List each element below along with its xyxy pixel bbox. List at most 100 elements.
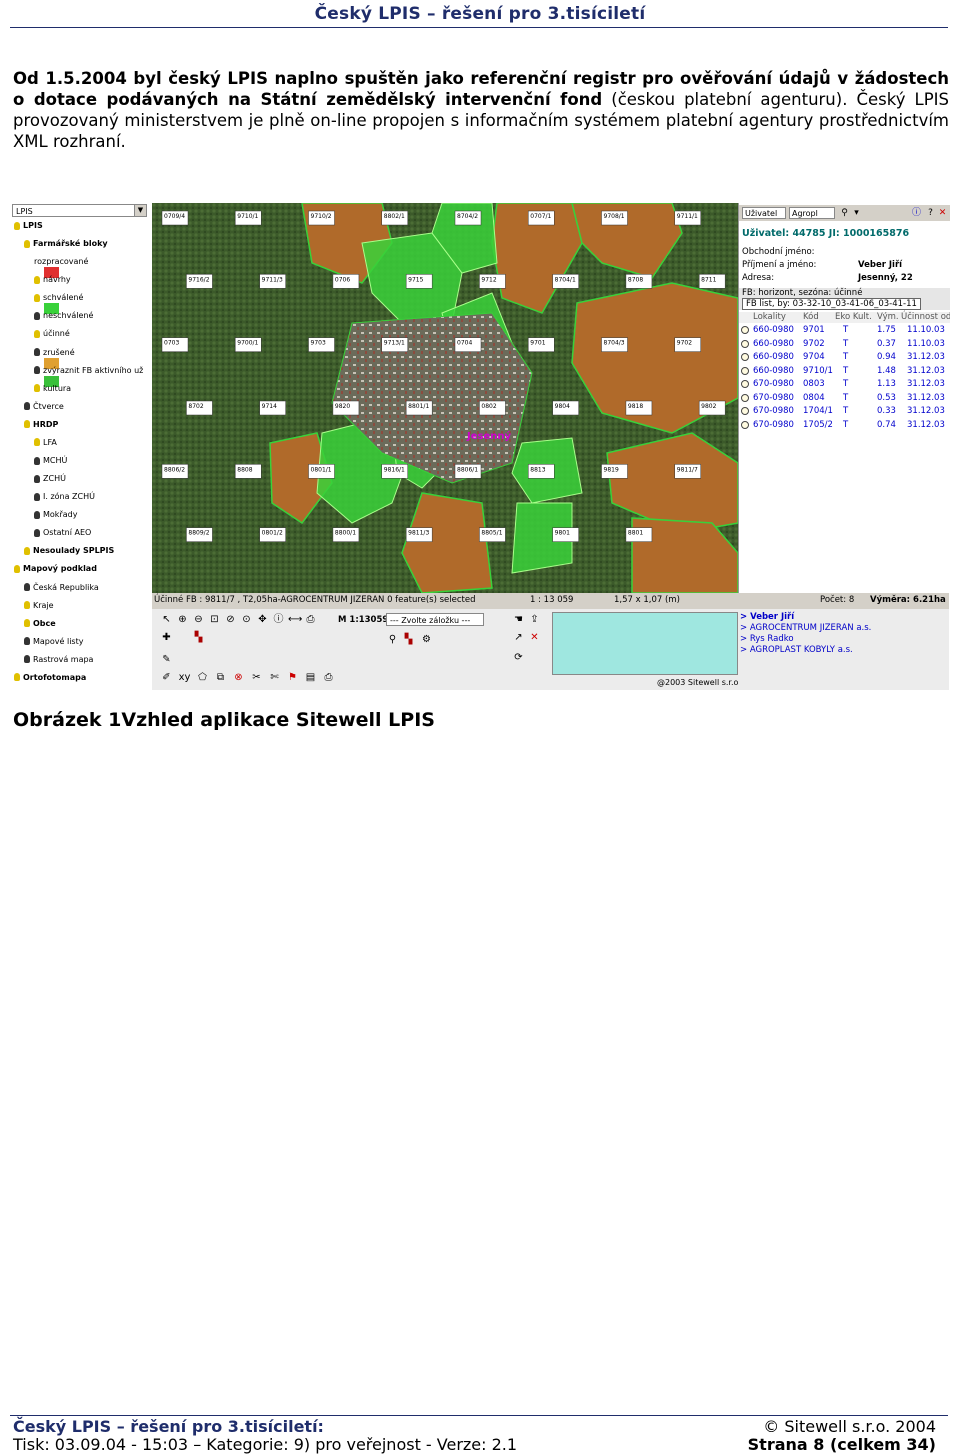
pencil-icon[interactable]: ✐ — [160, 671, 173, 684]
zoom-in-icon[interactable]: ⊕ — [176, 613, 189, 626]
layer-item[interactable]: Mapové listy — [24, 637, 83, 646]
parcel-label[interactable]: 8806/2 — [161, 464, 189, 479]
table-row[interactable]: 660-0980 9710/1 T 1.48 31.12.03 — [739, 366, 950, 379]
parcel-label[interactable]: 8708 — [625, 274, 653, 289]
parcel-label[interactable]: 8704/2 — [454, 210, 482, 226]
layer-item[interactable]: rozpracované — [34, 257, 88, 266]
parcel-label[interactable]: 9711/3 — [259, 274, 286, 289]
bulb-icon[interactable] — [34, 293, 40, 302]
parcel-label[interactable]: 0706 — [332, 274, 360, 289]
parcel-label[interactable]: 9819 — [601, 464, 628, 479]
agro-select[interactable]: Agropl — [789, 207, 835, 219]
parcel-label[interactable]: 8806/1 — [454, 464, 482, 479]
parcel-label[interactable]: 9700/1 — [235, 337, 262, 352]
layer-item[interactable]: Česká Republika — [24, 583, 99, 592]
user-label[interactable]: Uživatel: 44785 JI: 1000165876 — [742, 228, 909, 239]
bookmark-select[interactable]: --- Zvolte záložku --- — [386, 613, 484, 626]
magnifier-icon[interactable] — [741, 366, 749, 375]
parcel-label[interactable]: 9701 — [528, 337, 555, 352]
bulb-icon[interactable] — [14, 221, 20, 230]
tractor-icon[interactable]: ▚ — [192, 631, 205, 644]
bulb-icon[interactable] — [14, 673, 20, 682]
bulb-icon[interactable] — [34, 384, 40, 393]
layer-item[interactable]: Ostatní AEO — [34, 528, 91, 537]
parcel-label[interactable]: 9816/1 — [381, 464, 408, 479]
parcel-label[interactable]: 9708/1 — [601, 210, 628, 226]
bulb-icon[interactable] — [34, 510, 40, 519]
split-icon[interactable]: ✂ — [250, 671, 263, 684]
parcel-label[interactable]: 9703 — [308, 337, 335, 352]
bulb-icon[interactable] — [34, 311, 40, 320]
bulb-icon[interactable] — [24, 402, 30, 411]
draw-line-icon[interactable]: ↗ — [512, 631, 525, 644]
magnifier-icon[interactable] — [741, 380, 749, 388]
table-row[interactable]: 670-0980 0804 T 0.53 31.12.03 — [739, 393, 950, 406]
export-icon[interactable]: ⇪ — [528, 613, 541, 626]
bulb-icon[interactable] — [34, 348, 40, 357]
parcel-label[interactable]: 0801/1 — [308, 464, 335, 479]
table-row[interactable]: 670-0980 0803 T 1.13 31.12.03 — [739, 379, 950, 392]
layer-item[interactable]: Čtverce — [24, 402, 64, 411]
erase-icon[interactable]: ⊗ — [232, 671, 245, 684]
bulb-icon[interactable] — [24, 601, 30, 610]
parcel-label[interactable]: 9714 — [259, 400, 286, 416]
parcel-label[interactable]: 9712 — [479, 274, 506, 289]
parcel-label[interactable]: 9713/1 — [381, 337, 408, 352]
orthophoto-map[interactable]: Jesenný 0709/4 9710/1 9710/2 8802/1 8704/2 07… — [152, 203, 738, 593]
info-icon[interactable]: ⓘ — [911, 208, 922, 219]
subject-link[interactable]: > Veber Jiří — [740, 612, 949, 623]
parcel-label[interactable]: 0707/1 — [528, 210, 555, 226]
print-icon[interactable]: ⎙ — [304, 613, 317, 626]
parcel-label[interactable]: 9811/7 — [674, 464, 701, 479]
binoculars-icon[interactable]: ⚲ — [839, 208, 850, 219]
measure-icon[interactable]: ⟷ — [288, 613, 302, 626]
table-row[interactable]: 670-0980 1705/2 T 0.74 31.12.03 — [739, 420, 950, 433]
parcel-label[interactable]: 8802/1 — [381, 210, 408, 226]
bulb-icon[interactable] — [34, 492, 40, 501]
close-icon[interactable]: ✕ — [937, 208, 948, 219]
parcel-label[interactable]: 9801 — [552, 527, 579, 542]
layer-add-icon[interactable]: ✚ — [160, 631, 173, 644]
layer-item[interactable]: I. zóna ZCHÚ — [34, 492, 95, 501]
identify-icon[interactable]: ⓘ — [272, 613, 285, 626]
parcel-label[interactable]: 9716/2 — [186, 274, 213, 289]
chevron-down-icon[interactable]: ▾ — [851, 208, 862, 219]
layer-item[interactable]: LFA — [34, 438, 57, 447]
table-row[interactable]: 660-0980 9701 T 1.75 11.10.03 — [739, 325, 950, 338]
draw-polygon-icon[interactable]: ⬠ — [196, 671, 209, 684]
binoculars-icon[interactable]: ⚲ — [386, 633, 399, 646]
merge-icon[interactable]: ⧉ — [214, 671, 227, 684]
parcel-label[interactable]: 8702 — [186, 400, 213, 416]
parcel-label[interactable]: 8805/1 — [479, 527, 506, 542]
help-icon[interactable]: ? — [925, 208, 936, 219]
hand-icon[interactable]: ☚ — [512, 613, 525, 626]
bulb-icon[interactable] — [34, 528, 40, 537]
pan-icon[interactable]: ✥ — [256, 613, 269, 626]
magnifier-icon[interactable] — [741, 420, 749, 429]
print-small-icon[interactable]: ⎙ — [322, 671, 335, 684]
delete-icon[interactable]: ✕ — [528, 631, 541, 644]
parcel-label[interactable]: 9715 — [405, 274, 433, 289]
parcel-label[interactable]: 8801 — [625, 527, 653, 542]
layer-item[interactable]: účinné — [34, 329, 70, 338]
parcel-label[interactable]: 8801/1 — [405, 400, 433, 416]
layer-item[interactable]: MCHÚ — [34, 456, 67, 465]
pointer-icon[interactable]: ↖ — [160, 613, 173, 626]
layer-item[interactable]: Mapový podklad — [14, 564, 97, 573]
map-canvas[interactable]: Jesenný 0709/4 9710/1 9710/2 8802/1 8704/2 07… — [152, 203, 738, 593]
cut-icon[interactable]: ✄ — [268, 671, 281, 684]
edit-vertex-icon[interactable]: ✎ — [160, 653, 173, 666]
parcel-label[interactable]: 8800/1 — [332, 527, 360, 542]
magnifier-icon[interactable] — [741, 353, 749, 361]
parcel-label[interactable]: 0709/4 — [161, 210, 189, 226]
parcel-label[interactable]: 9811/3 — [405, 527, 433, 542]
layer-item[interactable]: zrušené — [34, 348, 75, 357]
parcel-label[interactable]: 0802 — [479, 400, 506, 416]
magnifier-icon[interactable] — [741, 339, 749, 348]
sync-icon[interactable]: ⟳ — [512, 651, 525, 664]
parcel-label[interactable]: 8813 — [528, 464, 555, 479]
layer-item[interactable]: Ortofotomapa — [14, 673, 86, 682]
table-row[interactable]: 670-0980 1704/1 T 0.33 31.12.03 — [739, 406, 950, 419]
layer-item[interactable]: LPIS — [14, 221, 43, 230]
zoom-prev-icon[interactable]: ⊘ — [224, 613, 237, 626]
